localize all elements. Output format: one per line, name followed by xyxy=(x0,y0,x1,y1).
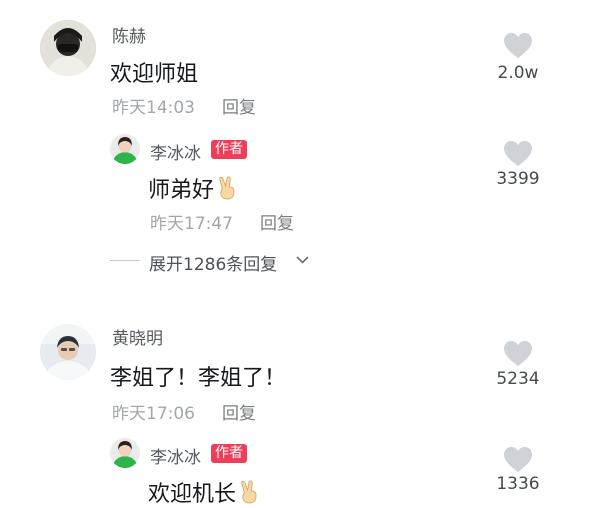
reply-button[interactable]: 回复 xyxy=(222,399,256,424)
heart-icon xyxy=(504,446,532,473)
comment-text: 李姐了！李姐了！ xyxy=(110,366,287,391)
avatar[interactable] xyxy=(40,324,96,380)
like-button[interactable]: 3399 xyxy=(478,140,558,196)
avatar[interactable] xyxy=(110,438,140,468)
author-badge: 作者 xyxy=(211,140,247,159)
heart-icon xyxy=(504,140,532,167)
avatar[interactable] xyxy=(110,134,140,164)
comment-timestamp: 昨天17:06 xyxy=(112,404,195,424)
comment-text: 欢迎师姐 xyxy=(110,62,199,87)
like-count: 3399 xyxy=(496,169,540,189)
like-button[interactable]: 1336 xyxy=(478,446,558,502)
comment-username[interactable]: 黄晓明 xyxy=(112,324,163,349)
like-count: 5234 xyxy=(496,369,540,389)
user-avatar-image xyxy=(110,134,140,164)
reply-text: 欢迎机长 xyxy=(148,476,260,508)
author-badge: 作者 xyxy=(211,444,247,463)
reply-text-content: 欢迎机长 xyxy=(148,482,237,507)
reply-text: 师弟好 xyxy=(148,172,238,204)
victory-hand-icon xyxy=(219,176,235,200)
reply-timestamp: 昨天17:47 xyxy=(150,214,233,234)
like-count: 2.0w xyxy=(497,63,539,83)
like-button[interactable]: 5234 xyxy=(478,340,558,396)
user-avatar-image xyxy=(40,324,96,380)
like-count: 1336 xyxy=(496,474,540,494)
reply-button[interactable]: 回复 xyxy=(222,93,256,118)
user-avatar-image xyxy=(40,20,96,76)
reply-text-content: 师弟好 xyxy=(148,178,215,203)
comment-username[interactable]: 陈赫 xyxy=(112,22,146,47)
reply-username[interactable]: 李冰冰 xyxy=(150,139,201,164)
comment-timestamp: 昨天14:03 xyxy=(112,98,195,118)
avatar[interactable] xyxy=(40,20,96,76)
reply-button[interactable]: 回复 xyxy=(260,209,294,234)
victory-hand-icon xyxy=(241,480,257,504)
heart-icon xyxy=(504,32,532,59)
comment-item: 黄晓明 李姐了！李姐了！ 昨天17:06 回复 5234 李冰冰 作者 欢迎机长… xyxy=(0,300,600,508)
like-button[interactable]: 2.0w xyxy=(478,32,558,88)
reply-username[interactable]: 李冰冰 xyxy=(150,443,201,468)
divider-line xyxy=(110,260,140,261)
comment-item: 陈赫 欢迎师姐 昨天14:03 回复 2.0w 李冰冰 作者 师弟好 昨天17:… xyxy=(0,0,600,290)
chevron-down-icon xyxy=(296,256,309,264)
heart-icon xyxy=(504,340,532,367)
expand-replies-label: 展开1286条回复 xyxy=(149,255,278,275)
user-avatar-image xyxy=(110,438,140,468)
expand-replies-button[interactable]: 展开1286条回复 xyxy=(110,248,330,275)
